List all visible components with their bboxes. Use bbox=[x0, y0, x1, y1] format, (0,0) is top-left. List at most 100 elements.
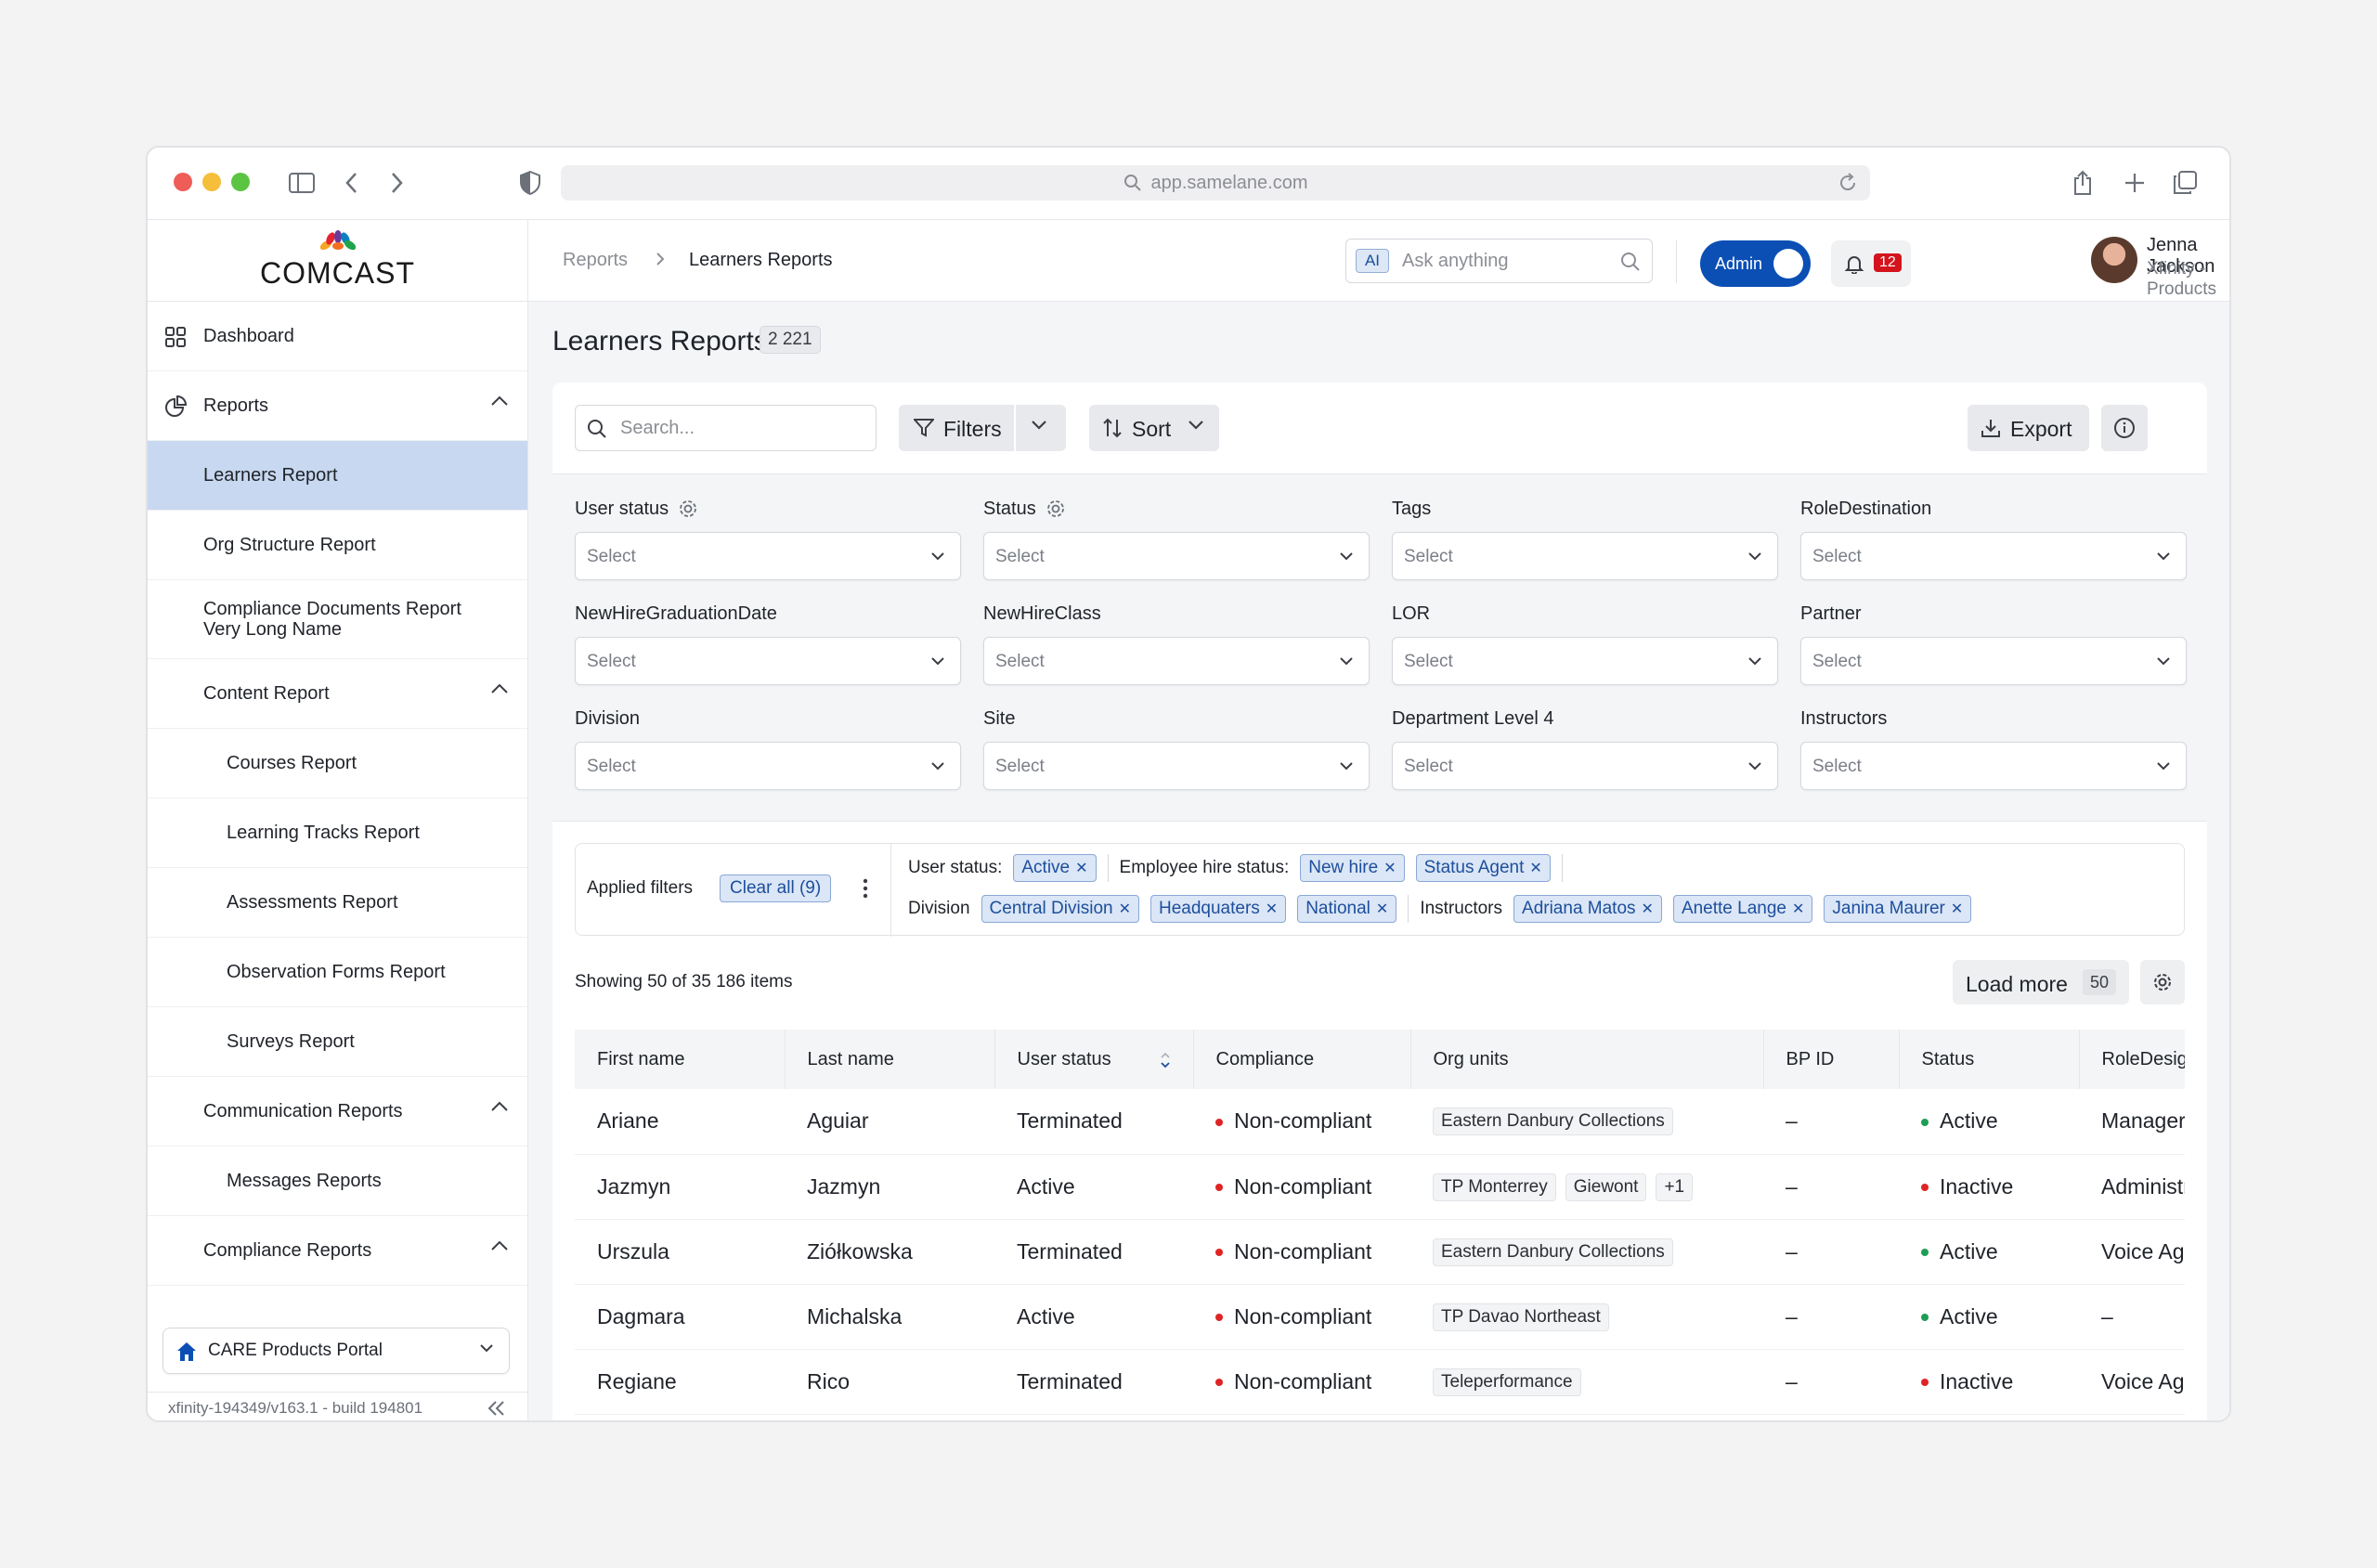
forward-icon[interactable] bbox=[382, 168, 411, 198]
column-header-last-name[interactable]: Last name bbox=[785, 1030, 995, 1089]
filter-chip[interactable]: National ✕ bbox=[1297, 895, 1397, 923]
sidebar-item-learners-report[interactable]: Learners Report bbox=[148, 441, 527, 511]
filter-chip[interactable]: New hire ✕ bbox=[1300, 854, 1405, 882]
reload-icon[interactable] bbox=[1837, 172, 1859, 194]
chevron-up-icon[interactable] bbox=[490, 1240, 509, 1251]
export-button[interactable]: Export bbox=[1968, 405, 2089, 451]
column-header-org-units[interactable]: Org units bbox=[1410, 1030, 1764, 1089]
filter-chip[interactable]: Central Division ✕ bbox=[981, 895, 1139, 923]
org-unit-more-tag[interactable]: +1 bbox=[1656, 1173, 1694, 1201]
filter-chip[interactable]: Status Agent ✕ bbox=[1415, 854, 1551, 882]
sidebar-item-org-structure-report[interactable]: Org Structure Report bbox=[148, 511, 527, 580]
filter-chip[interactable]: Janina Maurer ✕ bbox=[1824, 895, 1972, 923]
back-icon[interactable] bbox=[337, 168, 367, 198]
tabs-overview-icon[interactable] bbox=[2170, 168, 2200, 198]
close-icon[interactable]: ✕ bbox=[1529, 859, 1541, 877]
shield-icon[interactable] bbox=[515, 168, 545, 198]
filter-chip[interactable]: Active ✕ bbox=[1013, 854, 1097, 882]
sidebar-item-messages-reports[interactable]: Messages Reports bbox=[148, 1147, 527, 1216]
sort-icon[interactable] bbox=[1160, 1050, 1171, 1070]
user-status-select[interactable]: Select bbox=[575, 532, 961, 580]
close-icon[interactable]: ✕ bbox=[1075, 859, 1087, 877]
sidebar-item-compliance-reports[interactable]: Compliance Reports bbox=[148, 1216, 527, 1286]
close-icon[interactable]: ✕ bbox=[1642, 900, 1654, 918]
close-window-button[interactable] bbox=[174, 173, 192, 191]
table-row[interactable]: Dagmara Michalska Active Non-compliant T… bbox=[575, 1284, 2185, 1350]
sidebar-item-communication-reports[interactable]: Communication Reports bbox=[148, 1077, 527, 1147]
new-hire-graduation-date-select[interactable]: Select bbox=[575, 637, 961, 685]
chevron-down-icon[interactable] bbox=[1031, 420, 1047, 431]
top-bar: Reports Learners Reports AI Admin 12 Jen… bbox=[528, 220, 2229, 302]
table-row[interactable]: Regiane Rico Terminated Non-compliant Te… bbox=[575, 1349, 2185, 1415]
info-button[interactable] bbox=[2101, 405, 2148, 451]
search-icon[interactable] bbox=[1620, 252, 1641, 272]
close-icon[interactable]: ✕ bbox=[1119, 900, 1131, 918]
search-input[interactable] bbox=[620, 406, 862, 450]
cell-last-name: Aguiar bbox=[785, 1089, 994, 1155]
avatar[interactable] bbox=[2091, 237, 2137, 283]
sidebar-item-assessments-report[interactable]: Assessments Report bbox=[148, 868, 527, 938]
instructors-select[interactable]: Select bbox=[1800, 742, 2187, 790]
sidebar-item-reports[interactable]: Reports bbox=[148, 371, 527, 441]
close-icon[interactable]: ✕ bbox=[1266, 900, 1278, 918]
chevron-up-icon[interactable] bbox=[490, 1101, 509, 1112]
load-more-button[interactable]: Load more 50 bbox=[1953, 960, 2129, 1004]
close-icon[interactable]: ✕ bbox=[1951, 900, 1963, 918]
admin-toggle[interactable]: Admin bbox=[1700, 240, 1811, 287]
table-row[interactable]: Ariane Aguiar Terminated Non-compliant E… bbox=[575, 1089, 2185, 1155]
clear-all-button[interactable]: Clear all (9) bbox=[720, 875, 832, 902]
chevron-up-icon[interactable] bbox=[490, 683, 509, 694]
partner-select[interactable]: Select bbox=[1800, 637, 2187, 685]
table-row[interactable]: Urszula Ziółkowska Terminated Non-compli… bbox=[575, 1219, 2185, 1285]
close-icon[interactable]: ✕ bbox=[1376, 900, 1388, 918]
sidebar-item-dashboard[interactable]: Dashboard bbox=[148, 302, 527, 371]
lor-select[interactable]: Select bbox=[1392, 637, 1778, 685]
cell-user-status: Terminated bbox=[994, 1089, 1193, 1155]
gear-icon[interactable] bbox=[1046, 499, 1066, 519]
role-destination-select[interactable]: Select bbox=[1800, 532, 2187, 580]
column-header-user-status[interactable]: User status bbox=[994, 1030, 1194, 1089]
filter-chip[interactable]: Headquaters ✕ bbox=[1150, 895, 1287, 923]
site-select[interactable]: Select bbox=[983, 742, 1370, 790]
chevron-up-icon[interactable] bbox=[490, 395, 509, 407]
share-icon[interactable] bbox=[2068, 168, 2098, 198]
maximize-window-button[interactable] bbox=[231, 173, 250, 191]
sort-button[interactable]: Sort bbox=[1089, 405, 1219, 451]
address-bar[interactable]: app.samelane.com bbox=[561, 165, 1870, 201]
new-hire-class-select[interactable]: Select bbox=[983, 637, 1370, 685]
division-select[interactable]: Select bbox=[575, 742, 961, 790]
more-vertical-icon[interactable] bbox=[862, 877, 869, 900]
close-icon[interactable]: ✕ bbox=[1383, 859, 1396, 877]
filters-button[interactable]: Filters bbox=[899, 405, 1066, 451]
close-icon[interactable]: ✕ bbox=[1792, 900, 1804, 918]
tags-select[interactable]: Select bbox=[1392, 532, 1778, 580]
department-level-4-select[interactable]: Select bbox=[1392, 742, 1778, 790]
breadcrumb-reports[interactable]: Reports bbox=[563, 250, 628, 271]
column-header-role-designation[interactable]: RoleDesignation bbox=[2079, 1030, 2185, 1089]
column-header-status[interactable]: Status bbox=[1899, 1030, 2080, 1089]
sidebar-item-content-report[interactable]: Content Report bbox=[148, 659, 527, 729]
table-settings-button[interactable] bbox=[2140, 960, 2185, 1004]
portal-selector[interactable]: CARE Products Portal bbox=[162, 1328, 510, 1374]
sidebar-item-learning-tracks-report[interactable]: Learning Tracks Report bbox=[148, 798, 527, 868]
sidebar-item-surveys-report[interactable]: Surveys Report bbox=[148, 1007, 527, 1077]
minimize-window-button[interactable] bbox=[202, 173, 221, 191]
gear-icon[interactable] bbox=[678, 499, 698, 519]
sidebar-item-observation-forms-report[interactable]: Observation Forms Report bbox=[148, 938, 527, 1007]
sidebar-item-courses-report[interactable]: Courses Report bbox=[148, 729, 527, 798]
comcast-logo[interactable]: COMCAST bbox=[148, 220, 527, 302]
column-header-first-name[interactable]: First name bbox=[575, 1030, 786, 1089]
sidebar-toggle-icon[interactable] bbox=[287, 168, 317, 198]
new-tab-icon[interactable] bbox=[2120, 168, 2150, 198]
sidebar-item-compliance-documents-report[interactable]: Compliance Documents Report Very Long Na… bbox=[148, 580, 527, 659]
ask-anything-input[interactable] bbox=[1402, 240, 1616, 282]
column-header-compliance[interactable]: Compliance bbox=[1193, 1030, 1411, 1089]
compliance-text: Non-compliant bbox=[1234, 1368, 1372, 1393]
notifications-button[interactable]: 12 bbox=[1831, 240, 1911, 287]
filter-chip[interactable]: Adriana Matos ✕ bbox=[1513, 895, 1662, 923]
status-select[interactable]: Select bbox=[983, 532, 1370, 580]
table-row[interactable]: Jazmyn Jazmyn Active Non-compliant TP Mo… bbox=[575, 1154, 2185, 1220]
filter-chip[interactable]: Anette Lange ✕ bbox=[1672, 895, 1813, 923]
collapse-sidebar-icon[interactable] bbox=[487, 1400, 506, 1417]
column-header-bp-id[interactable]: BP ID bbox=[1763, 1030, 1900, 1089]
